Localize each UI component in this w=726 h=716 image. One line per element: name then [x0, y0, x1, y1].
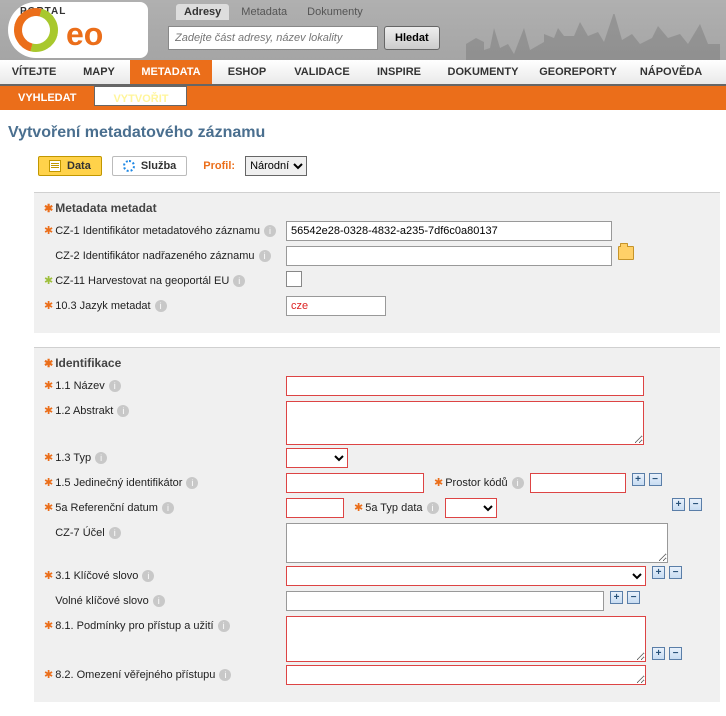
profil-select[interactable]: Národní — [245, 156, 307, 176]
info-icon[interactable]: i — [95, 452, 107, 464]
abstrakt-textarea[interactable] — [286, 401, 644, 445]
ucel-label: CZ-7 Účel — [55, 527, 105, 539]
info-icon[interactable]: i — [117, 405, 129, 417]
cz2-label: CZ-2 Identifikátor nadřazeného záznamu — [55, 250, 254, 262]
logo-eo-text: eo — [66, 16, 103, 53]
klicslovo-select[interactable] — [286, 566, 646, 586]
profil-label: Profil: — [203, 160, 235, 172]
info-icon[interactable]: i — [427, 502, 439, 514]
podminky-label: 8.1. Podmínky pro přístup a užití — [55, 620, 213, 632]
info-icon[interactable]: i — [218, 620, 230, 632]
search-input[interactable] — [168, 26, 378, 50]
cz2-input[interactable] — [286, 246, 612, 266]
main-menu: VÍTEJTE MAPY METADATA ESHOP VALIDACE INS… — [0, 60, 726, 86]
app-header: PORTAL eo Adresy Metadata Dokumenty Hled… — [0, 0, 726, 60]
identif-input[interactable] — [286, 473, 424, 493]
info-icon[interactable]: i — [233, 275, 245, 287]
remove-button[interactable]: − — [669, 566, 682, 579]
add-button[interactable]: + — [610, 591, 623, 604]
info-icon[interactable]: i — [259, 250, 271, 262]
info-icon[interactable]: i — [153, 595, 165, 607]
context-tab-dokumenty[interactable]: Dokumenty — [299, 4, 371, 20]
add-button[interactable]: + — [632, 473, 645, 486]
submenu-vytvorit[interactable]: VYTVOŘIT — [94, 86, 187, 106]
gear-icon — [123, 160, 135, 172]
address-search: Hledat — [168, 26, 440, 50]
data-icon — [49, 160, 61, 172]
info-icon[interactable]: i — [109, 380, 121, 392]
menu-georeporty[interactable]: GEOREPORTY — [530, 60, 626, 84]
city-silhouette-icon — [466, 14, 726, 60]
typ-label: 1.3 Typ — [55, 452, 91, 464]
info-icon[interactable]: i — [264, 225, 276, 237]
cz11-checkbox[interactable] — [286, 271, 302, 287]
remove-button[interactable]: − — [689, 498, 702, 511]
remove-button[interactable]: − — [669, 647, 682, 660]
menu-validace[interactable]: VALIDACE — [282, 60, 362, 84]
cz11-label: CZ-11 Harvestovat na geoportál EU — [55, 275, 229, 287]
logo[interactable]: PORTAL eo — [8, 2, 148, 58]
section-identifikace: ✱Identifikace ✱1.1 Názevi ✱1.2 Abstrakti… — [34, 347, 720, 702]
prostor-input[interactable] — [530, 473, 626, 493]
cz1-input[interactable] — [286, 221, 612, 241]
menu-inspire[interactable]: INSPIRE — [362, 60, 436, 84]
jazyk-label: 10.3 Jazyk metadat — [55, 300, 150, 312]
add-button[interactable]: + — [672, 498, 685, 511]
info-icon[interactable]: i — [162, 502, 174, 514]
cz1-label: CZ-1 Identifikátor metadatového záznamu — [55, 225, 260, 237]
mode-row: Data Služba Profil: Národní — [38, 156, 720, 176]
menu-eshop[interactable]: ESHOP — [212, 60, 282, 84]
menu-metadata[interactable]: METADATA — [130, 60, 212, 84]
search-button[interactable]: Hledat — [384, 26, 440, 50]
typdata-select[interactable] — [445, 498, 497, 518]
mode-data-button[interactable]: Data — [38, 156, 102, 176]
info-icon[interactable]: i — [186, 477, 198, 489]
mode-sluzba-label: Služba — [141, 160, 176, 172]
page-title: Vytvoření metadatového záznamu — [8, 124, 720, 142]
mode-data-label: Data — [67, 160, 91, 172]
volne-label: Volné klíčové slovo — [55, 595, 149, 607]
info-icon[interactable]: i — [512, 477, 524, 489]
identif-label: 1.5 Jedinečný identifikátor — [55, 477, 182, 489]
typdata-label: 5a Typ data — [365, 502, 422, 514]
add-button[interactable]: + — [652, 647, 665, 660]
prostor-label: Prostor kódů — [445, 477, 507, 489]
info-icon[interactable]: i — [219, 669, 231, 681]
omezeni-label: 8.2. Omezení věřejného přístupu — [55, 669, 215, 681]
info-icon[interactable]: i — [142, 570, 154, 582]
section2-title: Identifikace — [55, 356, 121, 370]
podminky-textarea[interactable] — [286, 616, 646, 662]
sub-menu: VYHLEDAT VYTVOŘIT — [0, 86, 726, 110]
remove-button[interactable]: − — [627, 591, 640, 604]
menu-napoveda[interactable]: NÁPOVĚDA — [626, 60, 716, 84]
volne-input[interactable] — [286, 591, 604, 611]
info-icon[interactable]: i — [109, 527, 121, 539]
menu-mapy[interactable]: MAPY — [68, 60, 130, 84]
remove-button[interactable]: − — [649, 473, 662, 486]
submenu-vyhledat[interactable]: VYHLEDAT — [0, 86, 94, 110]
ucel-textarea[interactable] — [286, 523, 668, 563]
context-tab-adresy[interactable]: Adresy — [176, 4, 229, 20]
klicslovo-label: 3.1 Klíčové slovo — [55, 570, 138, 582]
add-button[interactable]: + — [652, 566, 665, 579]
context-tab-metadata[interactable]: Metadata — [233, 4, 295, 20]
menu-dokumenty[interactable]: DOKUMENTY — [436, 60, 530, 84]
nazev-input[interactable] — [286, 376, 644, 396]
menu-vitejte[interactable]: VÍTEJTE — [0, 60, 68, 84]
context-tabs: Adresy Metadata Dokumenty — [176, 4, 371, 20]
refdatum-label: 5a Referenční datum — [55, 502, 158, 514]
omezeni-textarea[interactable] — [286, 665, 646, 685]
refdatum-input[interactable] — [286, 498, 344, 518]
info-icon[interactable]: i — [155, 300, 167, 312]
nazev-label: 1.1 Název — [55, 380, 105, 392]
section-metadata-metadat: ✱Metadata metadat ✱CZ-1 Identifikátor me… — [34, 192, 720, 333]
page-content: Vytvoření metadatového záznamu Data Služ… — [0, 110, 726, 702]
abstrakt-label: 1.2 Abstrakt — [55, 405, 113, 417]
folder-icon[interactable] — [618, 246, 634, 260]
section1-title: Metadata metadat — [55, 201, 156, 215]
mode-sluzba-button[interactable]: Služba — [112, 156, 187, 176]
jazyk-input[interactable] — [286, 296, 386, 316]
typ-select[interactable] — [286, 448, 348, 468]
